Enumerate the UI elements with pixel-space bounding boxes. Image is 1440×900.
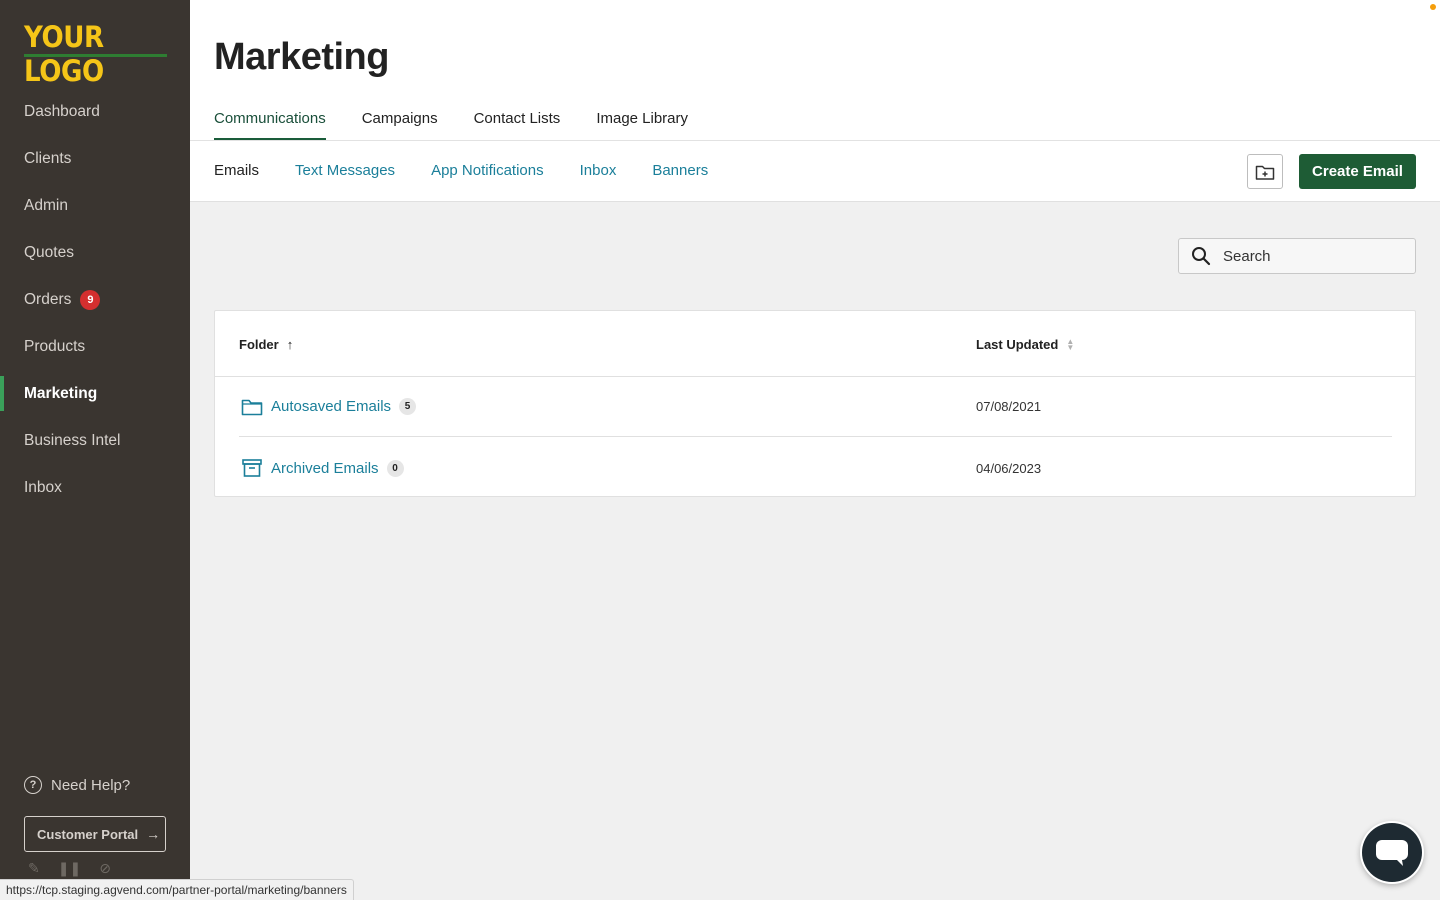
- sub-tabs: Emails Text Messages App Notifications I…: [214, 162, 708, 179]
- folder-link[interactable]: Archived Emails: [271, 460, 379, 477]
- sidebar-item-label: Admin: [24, 196, 68, 214]
- sidebar-item-label: Business Intel: [24, 431, 121, 449]
- subtab-app-notifications[interactable]: App Notifications: [431, 162, 544, 179]
- last-updated-date: 04/06/2023: [976, 460, 1042, 476]
- sidebar-item-label: Quotes: [24, 243, 74, 261]
- sidebar-item-label: Dashboard: [24, 102, 100, 120]
- header-bottom-border: [190, 201, 1440, 202]
- column-header-folder[interactable]: Folder ↑: [239, 337, 293, 352]
- main-tabs: Communications Campaigns Contact Lists I…: [214, 104, 688, 140]
- folders-table: Folder ↑ Last Updated ▲ ▼ Autosaved Email…: [214, 310, 1416, 497]
- sort-icon: ▲ ▼: [1066, 336, 1075, 352]
- notification-dot: [1430, 4, 1436, 10]
- table-row[interactable]: Autosaved Emails 5 07/08/2021: [239, 377, 1392, 437]
- subtab-inbox[interactable]: Inbox: [580, 162, 617, 179]
- search-icon: [1192, 247, 1211, 266]
- column-header-last-updated[interactable]: Last Updated ▲ ▼: [976, 337, 1074, 352]
- folder-link[interactable]: Autosaved Emails: [271, 398, 391, 415]
- tab-communications[interactable]: Communications: [214, 104, 326, 140]
- chat-icon: [1376, 839, 1408, 866]
- sidebar-item-inbox[interactable]: Inbox: [0, 464, 190, 511]
- tab-contact-lists[interactable]: Contact Lists: [474, 104, 561, 140]
- orders-count-badge: 9: [80, 289, 101, 310]
- column-label: Last Updated: [976, 337, 1059, 352]
- customer-portal-button[interactable]: Customer Portal →: [24, 816, 166, 852]
- tab-image-library[interactable]: Image Library: [596, 104, 688, 140]
- sidebar-item-label: Clients: [24, 149, 72, 167]
- subtab-banners[interactable]: Banners: [652, 162, 708, 179]
- table-row[interactable]: Archived Emails 0 04/06/2023: [239, 438, 1392, 498]
- need-help-link[interactable]: ? Need Help?: [24, 776, 130, 794]
- sidebar-item-orders[interactable]: Orders 9: [0, 276, 190, 323]
- folder-plus-icon: [1255, 165, 1275, 180]
- last-updated-date: 07/08/2021: [976, 399, 1042, 414]
- folder-icon: [241, 396, 263, 418]
- sidebar-item-label: Orders: [24, 290, 72, 308]
- recorder-toolbar: ✎ ❚❚ ⊘: [28, 860, 111, 877]
- search-input[interactable]: [1223, 247, 1403, 265]
- subtab-emails[interactable]: Emails: [214, 162, 259, 179]
- sidebar-item-dashboard[interactable]: Dashboard: [0, 88, 190, 135]
- logo-underline: [24, 54, 167, 57]
- create-email-button[interactable]: Create Email: [1299, 154, 1416, 189]
- sidebar-item-quotes[interactable]: Quotes: [0, 229, 190, 276]
- count-badge: 5: [399, 398, 417, 415]
- chat-widget-button[interactable]: [1360, 821, 1424, 884]
- count-badge: 0: [386, 459, 404, 477]
- sidebar-item-label: Inbox: [24, 478, 62, 496]
- page-title: Marketing: [214, 36, 389, 78]
- sidebar-nav: Dashboard Clients Admin Quotes Orders 9 P…: [0, 88, 190, 511]
- sidebar-item-products[interactable]: Products: [0, 323, 190, 370]
- subtab-text-messages[interactable]: Text Messages: [295, 162, 395, 179]
- arrow-right-icon: →: [146, 826, 161, 842]
- question-icon: ?: [24, 776, 42, 794]
- sidebar-item-label: Products: [24, 337, 86, 355]
- column-label: Folder: [239, 337, 279, 352]
- archive-icon: [241, 457, 263, 479]
- sidebar-item-admin[interactable]: Admin: [0, 182, 190, 229]
- page-header: Marketing Communications Campaigns Conta…: [190, 0, 1440, 202]
- sidebar-item-label: Marketing: [24, 384, 98, 402]
- need-help-label: Need Help?: [51, 776, 131, 794]
- sidebar-item-clients[interactable]: Clients: [0, 135, 190, 182]
- hide-icon[interactable]: ⊘: [99, 860, 111, 877]
- status-bar-url: https://tcp.staging.agvend.com/partner-p…: [0, 879, 354, 900]
- sidebar: YOUR LOGO Dashboard Clients Admin Quotes…: [0, 0, 190, 900]
- sidebar-item-marketing[interactable]: Marketing: [0, 370, 190, 417]
- sort-ascending-icon: ↑: [286, 337, 294, 352]
- tab-campaigns[interactable]: Campaigns: [362, 104, 438, 140]
- customer-portal-label: Customer Portal: [37, 826, 139, 842]
- new-folder-button[interactable]: [1247, 154, 1283, 189]
- search-box: [1178, 238, 1416, 274]
- edit-icon[interactable]: ✎: [28, 860, 40, 877]
- sidebar-item-business-intel[interactable]: Business Intel: [0, 417, 190, 464]
- table-header: Folder ↑ Last Updated ▲ ▼: [215, 311, 1415, 377]
- pause-icon[interactable]: ❚❚: [58, 860, 81, 877]
- header-divider: [190, 140, 1440, 141]
